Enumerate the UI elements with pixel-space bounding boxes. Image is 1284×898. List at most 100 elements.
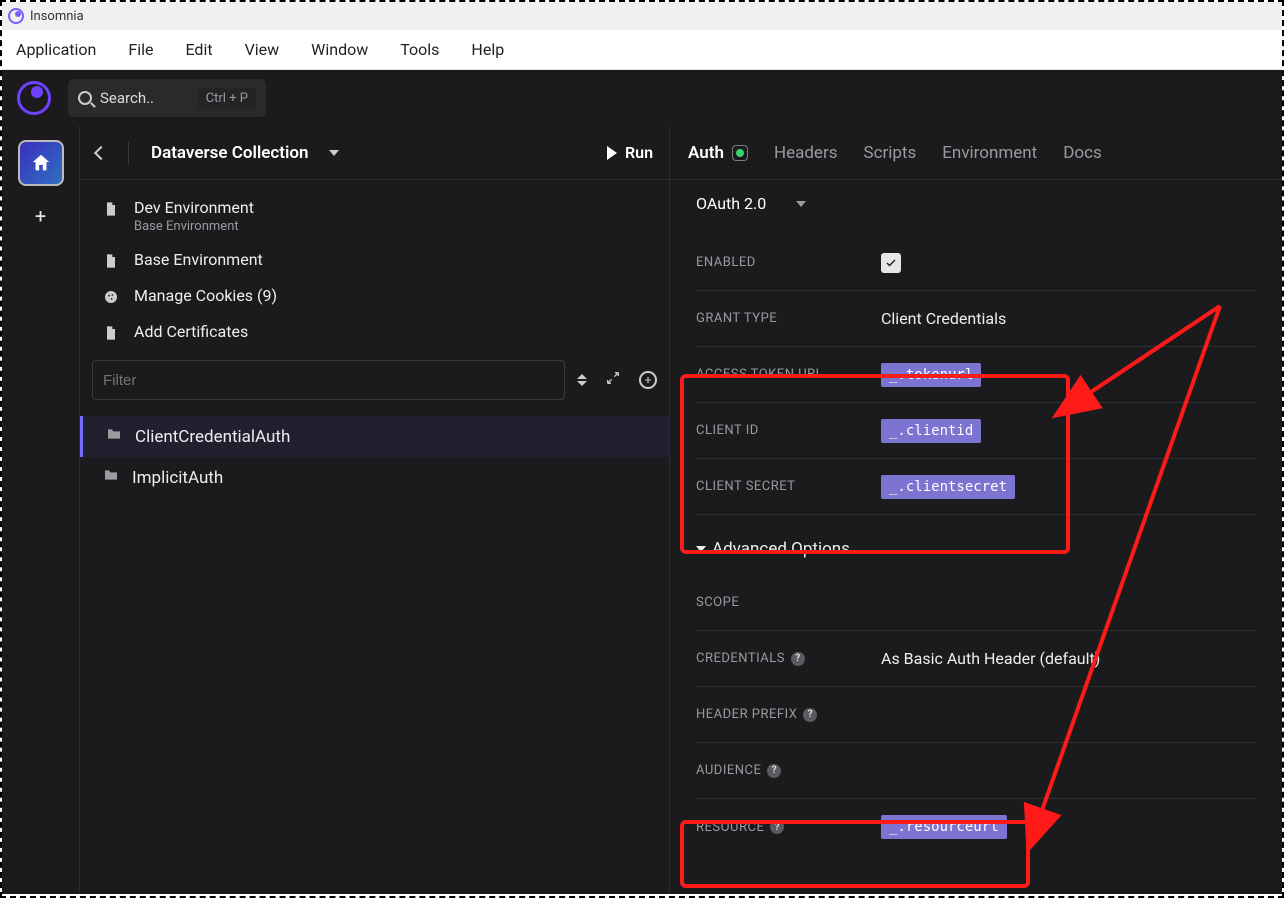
row-audience: AUDIENCE ?	[696, 743, 1256, 799]
menu-window[interactable]: Window	[305, 36, 374, 63]
audience-label: AUDIENCE	[696, 763, 761, 778]
folder-icon	[105, 426, 123, 447]
certs-label: Add Certificates	[134, 322, 248, 341]
app-icon	[8, 8, 24, 24]
grant-type-label: GRANT TYPE	[696, 311, 881, 326]
row-grant-type: GRANT TYPE Client Credentials	[696, 291, 1256, 347]
header-prefix-label: HEADER PREFIX	[696, 707, 797, 722]
grant-type-value[interactable]: Client Credentials	[881, 309, 1256, 328]
window-title: Insomnia	[30, 9, 84, 24]
advanced-label: Advanced Options	[712, 539, 850, 559]
client-secret-value[interactable]: _.clientsecret	[881, 475, 1015, 499]
tab-auth[interactable]: Auth	[688, 143, 748, 163]
row-scope: SCOPE	[696, 575, 1256, 631]
auth-status-icon	[732, 145, 748, 161]
cookies-label: Manage Cookies (9)	[134, 286, 277, 305]
enabled-label: ENABLED	[696, 255, 881, 270]
tab-auth-label: Auth	[688, 143, 724, 163]
scope-label: SCOPE	[696, 595, 881, 610]
chevron-down-icon	[796, 201, 806, 207]
search-shortcut: Ctrl + P	[198, 88, 256, 109]
folder-implicitauth[interactable]: ImplicitAuth	[80, 457, 669, 498]
caret-down-icon	[696, 546, 706, 552]
add-project-button[interactable]: +	[35, 204, 46, 228]
detail-tabs: Auth Headers Scripts Environment Docs	[670, 126, 1282, 180]
menu-file[interactable]: File	[122, 36, 159, 63]
auth-type-selector[interactable]: OAuth 2.0	[670, 180, 1282, 227]
auth-type-label: OAuth 2.0	[696, 194, 766, 213]
run-button[interactable]: Run	[607, 143, 653, 162]
row-header-prefix: HEADER PREFIX ?	[696, 687, 1256, 743]
help-icon[interactable]: ?	[767, 764, 781, 778]
search-icon	[78, 91, 92, 105]
tree-item-label: ImplicitAuth	[132, 468, 223, 488]
resource-value[interactable]: _.resourceurl	[881, 815, 1007, 839]
document-icon	[102, 200, 120, 218]
row-credentials: CREDENTIALS ? As Basic Auth Header (defa…	[696, 631, 1256, 687]
menu-application[interactable]: Application	[10, 36, 102, 63]
collection-panel: Dataverse Collection Run Dev Environment	[80, 126, 670, 894]
global-search[interactable]: Search.. Ctrl + P	[68, 79, 266, 117]
env-base-label: Base Environment	[134, 250, 263, 269]
back-icon[interactable]	[94, 145, 108, 159]
search-placeholder: Search..	[100, 89, 154, 107]
row-resource: RESOURCE ? _.resourceurl	[696, 799, 1256, 855]
home-button[interactable]	[18, 140, 64, 186]
play-icon	[607, 146, 617, 160]
resource-label: RESOURCE	[696, 820, 764, 835]
enabled-checkbox[interactable]	[881, 253, 901, 273]
env-base[interactable]: Base Environment	[80, 242, 669, 278]
credentials-value[interactable]: As Basic Auth Header (default)	[881, 649, 1256, 668]
filter-input[interactable]	[92, 360, 565, 400]
access-token-url-value[interactable]: _.tokenurl	[881, 363, 981, 387]
client-id-label: CLIENT ID	[696, 423, 881, 438]
insomnia-logo-icon	[14, 78, 54, 118]
row-enabled: ENABLED	[696, 235, 1256, 291]
collection-dropdown-icon[interactable]	[329, 150, 339, 156]
filter-row: +	[80, 360, 669, 410]
tree-item-label: ClientCredentialAuth	[135, 427, 290, 447]
collection-header: Dataverse Collection Run	[80, 126, 669, 180]
tab-scripts[interactable]: Scripts	[863, 143, 916, 163]
tab-environment[interactable]: Environment	[942, 143, 1037, 163]
row-client-secret: CLIENT SECRET _.clientsecret	[696, 459, 1256, 515]
access-token-url-label: ACCESS TOKEN URL	[696, 367, 881, 382]
request-tree: ClientCredentialAuth ImplicitAuth	[80, 410, 669, 504]
menu-edit[interactable]: Edit	[179, 36, 218, 63]
expand-icon[interactable]	[605, 370, 621, 390]
menu-tools[interactable]: Tools	[394, 36, 445, 63]
separator	[128, 142, 129, 164]
tab-headers[interactable]: Headers	[774, 143, 838, 163]
env-dev-sub: Base Environment	[134, 219, 254, 234]
home-icon	[30, 152, 52, 174]
tab-docs[interactable]: Docs	[1063, 143, 1102, 163]
help-icon[interactable]: ?	[791, 652, 805, 666]
menu-help[interactable]: Help	[465, 36, 510, 63]
menu-bar: Application File Edit View Window Tools …	[2, 30, 1282, 70]
app-topbar: Search.. Ctrl + P	[2, 70, 1282, 126]
manage-cookies[interactable]: Manage Cookies (9)	[80, 278, 669, 314]
env-dev[interactable]: Dev Environment Base Environment	[80, 190, 669, 242]
row-access-token-url: ACCESS TOKEN URL _.tokenurl	[696, 347, 1256, 403]
folder-icon	[102, 467, 120, 488]
client-secret-label: CLIENT SECRET	[696, 479, 881, 494]
help-icon[interactable]: ?	[803, 708, 817, 722]
help-icon[interactable]: ?	[770, 820, 784, 834]
credentials-label: CREDENTIALS	[696, 651, 785, 666]
document-icon	[102, 252, 120, 270]
left-rail: +	[2, 126, 80, 894]
cookie-icon	[102, 288, 120, 306]
environment-list: Dev Environment Base Environment Base En…	[80, 180, 669, 360]
document-icon	[102, 324, 120, 342]
row-client-id: CLIENT ID _.clientid	[696, 403, 1256, 459]
sort-icon[interactable]	[577, 374, 587, 386]
add-certificates[interactable]: Add Certificates	[80, 314, 669, 350]
env-dev-label: Dev Environment	[134, 198, 254, 217]
window-titlebar: Insomnia	[2, 2, 1282, 30]
add-request-button[interactable]: +	[639, 371, 657, 389]
advanced-options-toggle[interactable]: Advanced Options	[670, 523, 1282, 567]
collection-name[interactable]: Dataverse Collection	[151, 143, 309, 163]
client-id-value[interactable]: _.clientid	[881, 419, 981, 443]
menu-view[interactable]: View	[239, 36, 286, 63]
folder-clientcredentialauth[interactable]: ClientCredentialAuth	[80, 416, 669, 457]
